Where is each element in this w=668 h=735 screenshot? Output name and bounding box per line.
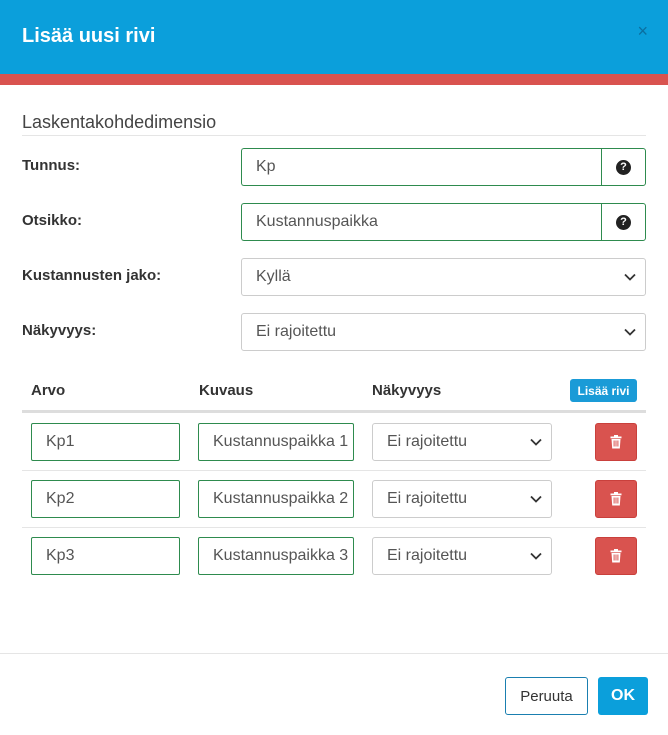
row-1-kuvaus-input[interactable]: Kustannuspaikka 1: [198, 423, 354, 461]
section-title: Laskentakohdedimensio: [22, 112, 217, 132]
chevron-down-icon: [530, 552, 542, 560]
tunnus-input-group: Kp ?: [241, 148, 646, 186]
row-3-kuvaus-input[interactable]: Kustannuspaikka 3: [198, 537, 354, 575]
row-2-arvo-input[interactable]: Kp2: [31, 480, 180, 518]
trash-icon: [610, 435, 622, 449]
dialog-header: Lisää uusi rivi ×: [0, 0, 668, 74]
cancel-button[interactable]: Peruuta: [505, 677, 588, 715]
row-1-arvo-input[interactable]: Kp1: [31, 423, 180, 461]
header-accent-stripe: [0, 74, 668, 85]
dialog-title: Lisää uusi rivi: [22, 25, 156, 47]
question-circle-icon: ?: [616, 214, 631, 230]
footer-divider: [0, 653, 668, 654]
trash-icon: [610, 492, 622, 506]
trash-icon: [610, 549, 622, 563]
tunnus-help-button[interactable]: ?: [601, 148, 646, 186]
otsikko-label: Otsikko:: [22, 212, 83, 229]
column-header-kuvaus: Kuvaus: [199, 382, 254, 399]
row-2-kuvaus-input[interactable]: Kustannuspaikka 2: [198, 480, 354, 518]
row-1-delete-button[interactable]: [595, 423, 637, 461]
close-icon[interactable]: ×: [637, 22, 648, 40]
row-divider: [22, 527, 646, 528]
row-3-arvo-input[interactable]: Kp3: [31, 537, 180, 575]
row-3-nakyvyys-select[interactable]: Ei rajoitettu: [372, 537, 552, 575]
chevron-down-icon: [624, 273, 636, 281]
tunnus-label: Tunnus:: [22, 157, 81, 174]
table-header-divider: [22, 410, 646, 413]
row-3-nakyvyys-value: Ei rajoitettu: [387, 547, 468, 564]
ok-button[interactable]: OK: [598, 677, 648, 715]
section-divider: [22, 135, 646, 136]
kustannusten-jako-value: Kyllä: [256, 268, 291, 285]
add-row-dialog: Lisää uusi rivi × Laskentakohdedimensio …: [0, 0, 668, 735]
tunnus-input[interactable]: Kp: [241, 148, 601, 186]
column-header-nakyvyys: Näkyvyys: [372, 382, 442, 399]
question-circle-icon: ?: [616, 159, 631, 175]
row-3-delete-button[interactable]: [595, 537, 637, 575]
row-2-nakyvyys-select[interactable]: Ei rajoitettu: [372, 480, 552, 518]
chevron-down-icon: [624, 328, 636, 336]
row-1-nakyvyys-value: Ei rajoitettu: [387, 433, 468, 450]
kustannusten-jako-label: Kustannusten jako:: [22, 267, 162, 284]
add-row-button[interactable]: Lisää rivi: [570, 379, 637, 402]
chevron-down-icon: [530, 495, 542, 503]
chevron-down-icon: [530, 438, 542, 446]
nakyvyys-value: Ei rajoitettu: [256, 323, 337, 340]
row-2-nakyvyys-value: Ei rajoitettu: [387, 490, 468, 507]
otsikko-input[interactable]: Kustannuspaikka: [241, 203, 601, 241]
nakyvyys-select[interactable]: Ei rajoitettu: [241, 313, 646, 351]
otsikko-help-button[interactable]: ?: [601, 203, 646, 241]
column-header-arvo: Arvo: [31, 382, 66, 399]
row-divider: [22, 470, 646, 471]
nakyvyys-label: Näkyvyys:: [22, 322, 97, 339]
otsikko-input-group: Kustannuspaikka ?: [241, 203, 646, 241]
row-1-nakyvyys-select[interactable]: Ei rajoitettu: [372, 423, 552, 461]
kustannusten-jako-select[interactable]: Kyllä: [241, 258, 646, 296]
row-2-delete-button[interactable]: [595, 480, 637, 518]
